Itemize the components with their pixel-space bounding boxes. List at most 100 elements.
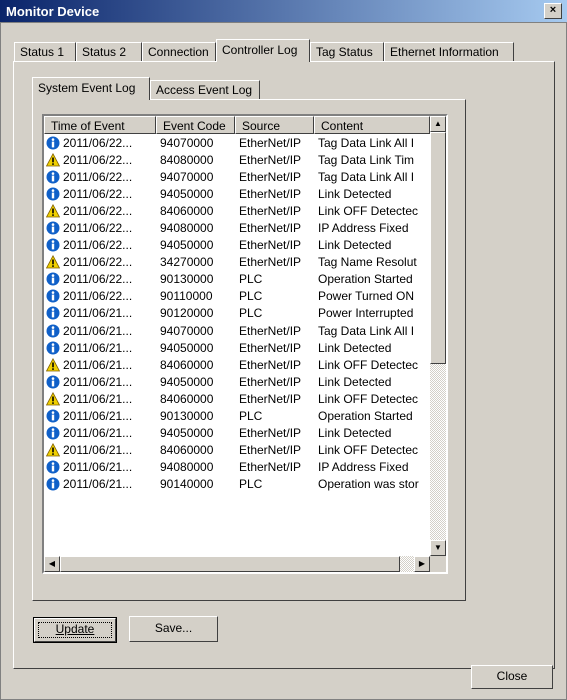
horizontal-scrollbar[interactable]: ◀ ▶ [44, 556, 430, 572]
column-header-time[interactable]: Time of Event [44, 116, 156, 134]
source-cell: EtherNet/IP [239, 357, 302, 372]
table-row[interactable]: 2011/06/22... 34270000 EtherNet/IP Tag Name… [44, 254, 430, 271]
time-cell: 2011/06/21... [44, 460, 156, 474]
source-cell: PLC [239, 477, 263, 492]
source-cell: PLC [239, 272, 263, 287]
content-cell: Tag Data Link All I [318, 135, 415, 150]
tab-status-2[interactable]: Status 2 [76, 42, 142, 61]
source-cell: PLC [239, 306, 263, 321]
vertical-scroll-thumb[interactable] [430, 132, 446, 364]
close-window-icon[interactable]: × [544, 3, 562, 19]
tab-status-1[interactable]: Status 1 [14, 42, 76, 61]
table-row[interactable]: 2011/06/21... 84060000 EtherNet/IP Link OFF… [44, 356, 430, 373]
time-text: 2011/06/21... [63, 374, 133, 389]
event-code-cell: 90130000 [160, 409, 214, 424]
content-cell: Tag Data Link Tim [318, 152, 415, 167]
event-code-cell: 84080000 [160, 152, 214, 167]
table-row[interactable]: 2011/06/22... 84060000 EtherNet/IP Link OFF… [44, 202, 430, 219]
column-header-event-code[interactable]: Event Code [156, 116, 235, 134]
close-button[interactable]: Close [471, 665, 553, 689]
content-cell: IP Address Fixed [318, 460, 409, 475]
column-header-source[interactable]: Source [235, 116, 314, 134]
tab-ethernet-information[interactable]: Ethernet Information [384, 42, 514, 61]
scroll-left-icon[interactable]: ◀ [44, 556, 60, 572]
update-button[interactable]: Update [33, 617, 117, 643]
table-row[interactable]: 2011/06/21... 94050000 EtherNet/IP Link Det… [44, 425, 430, 442]
table-row[interactable]: 2011/06/21... 90120000 PLC Power Interrupte… [44, 305, 430, 322]
time-cell: 2011/06/21... [44, 426, 156, 440]
table-row[interactable]: 2011/06/22... 94070000 EtherNet/IP Tag Data… [44, 134, 430, 151]
system-event-log-panel: Time of Event Event Code Source Content … [32, 99, 466, 601]
event-code-cell: 84060000 [160, 203, 214, 218]
source-cell: EtherNet/IP [239, 169, 302, 184]
close-button-label: Close [496, 669, 528, 683]
event-code-cell: 94050000 [160, 186, 214, 201]
table-row[interactable]: 2011/06/22... 90110000 PLC Power Turned ON [44, 288, 430, 305]
info-icon [46, 460, 60, 474]
event-code-cell: 90120000 [160, 306, 214, 321]
tab-access-event-log[interactable]: Access Event Log [150, 80, 260, 99]
tab-tag-status[interactable]: Tag Status [310, 42, 384, 61]
event-code-cell: 84060000 [160, 357, 214, 372]
event-code-cell: 90110000 [160, 289, 213, 304]
event-code-cell: 84060000 [160, 391, 214, 406]
time-cell: 2011/06/21... [44, 375, 156, 389]
time-text: 2011/06/21... [63, 409, 133, 424]
table-row[interactable]: 2011/06/21... 84060000 EtherNet/IP Link OFF… [44, 390, 430, 407]
warning-icon [46, 443, 60, 457]
window-title: Monitor Device [6, 4, 100, 19]
source-cell: EtherNet/IP [239, 221, 302, 236]
focus-ring [38, 622, 112, 638]
table-row[interactable]: 2011/06/21... 90140000 PLC Operation was st… [44, 476, 430, 493]
content-cell: Operation Started [318, 409, 413, 424]
time-cell: 2011/06/21... [44, 391, 156, 406]
time-cell: 2011/06/21... [44, 324, 156, 338]
vertical-scrollbar[interactable]: ▲ ▼ [430, 116, 446, 556]
controller-log-panel: System Event Log Access Event Log Time o… [13, 61, 555, 669]
info-icon [46, 306, 60, 320]
time-text: 2011/06/21... [63, 443, 133, 458]
save-button-label: Save... [154, 621, 193, 635]
scroll-down-icon[interactable]: ▼ [430, 540, 446, 556]
table-row[interactable]: 2011/06/22... 94050000 EtherNet/IP Link Det… [44, 237, 430, 254]
table-row[interactable]: 2011/06/22... 90130000 PLC Operation Starte… [44, 271, 430, 288]
time-text: 2011/06/22... [63, 169, 133, 184]
scroll-up-icon[interactable]: ▲ [430, 116, 446, 132]
table-row[interactable]: 2011/06/21... 84060000 EtherNet/IP Link OFF… [44, 442, 430, 459]
time-cell: 2011/06/22... [44, 136, 156, 150]
time-text: 2011/06/21... [63, 357, 133, 372]
time-text: 2011/06/21... [63, 323, 133, 338]
info-icon [46, 187, 60, 201]
source-cell: EtherNet/IP [239, 391, 302, 406]
table-row[interactable]: 2011/06/22... 84080000 EtherNet/IP Tag Data… [44, 151, 430, 168]
save-button[interactable]: Save... [129, 616, 218, 642]
source-cell: EtherNet/IP [239, 255, 302, 270]
dialog-body: Status 1 Status 2 Connection Controller … [0, 22, 567, 700]
time-cell: 2011/06/21... [44, 306, 156, 320]
table-row[interactable]: 2011/06/21... 94070000 EtherNet/IP Tag Data… [44, 322, 430, 339]
warning-icon [46, 391, 60, 406]
event-list[interactable]: Time of Event Event Code Source Content … [42, 114, 448, 574]
content-cell: Link Detected [318, 186, 392, 201]
scroll-right-icon[interactable]: ▶ [414, 556, 430, 572]
table-row[interactable]: 2011/06/21... 90130000 PLC Operation Starte… [44, 408, 430, 425]
time-cell: 2011/06/21... [44, 341, 156, 355]
tab-system-event-log[interactable]: System Event Log [32, 77, 150, 100]
tab-connection[interactable]: Connection [142, 42, 216, 61]
time-text: 2011/06/21... [63, 306, 133, 321]
table-row[interactable]: 2011/06/21... 94050000 EtherNet/IP Link Det… [44, 373, 430, 390]
table-row[interactable]: 2011/06/21... 94050000 EtherNet/IP Link Det… [44, 339, 430, 356]
table-row[interactable]: 2011/06/22... 94070000 EtherNet/IP Tag Data… [44, 168, 430, 185]
time-text: 2011/06/22... [63, 272, 133, 287]
tab-controller-log[interactable]: Controller Log [216, 39, 310, 62]
time-cell: 2011/06/21... [44, 409, 156, 423]
horizontal-scroll-thumb[interactable] [60, 556, 400, 572]
column-header-content[interactable]: Content [314, 116, 430, 134]
table-row[interactable]: 2011/06/22... 94050000 EtherNet/IP Link Det… [44, 185, 430, 202]
time-text: 2011/06/22... [63, 152, 133, 167]
title-bar[interactable]: Monitor Device × [0, 0, 567, 22]
table-row[interactable]: 2011/06/21... 94080000 EtherNet/IP IP Addre… [44, 459, 430, 476]
content-cell: Operation was stor [318, 477, 419, 492]
warning-icon [46, 357, 60, 372]
table-row[interactable]: 2011/06/22... 94080000 EtherNet/IP IP Addre… [44, 219, 430, 236]
